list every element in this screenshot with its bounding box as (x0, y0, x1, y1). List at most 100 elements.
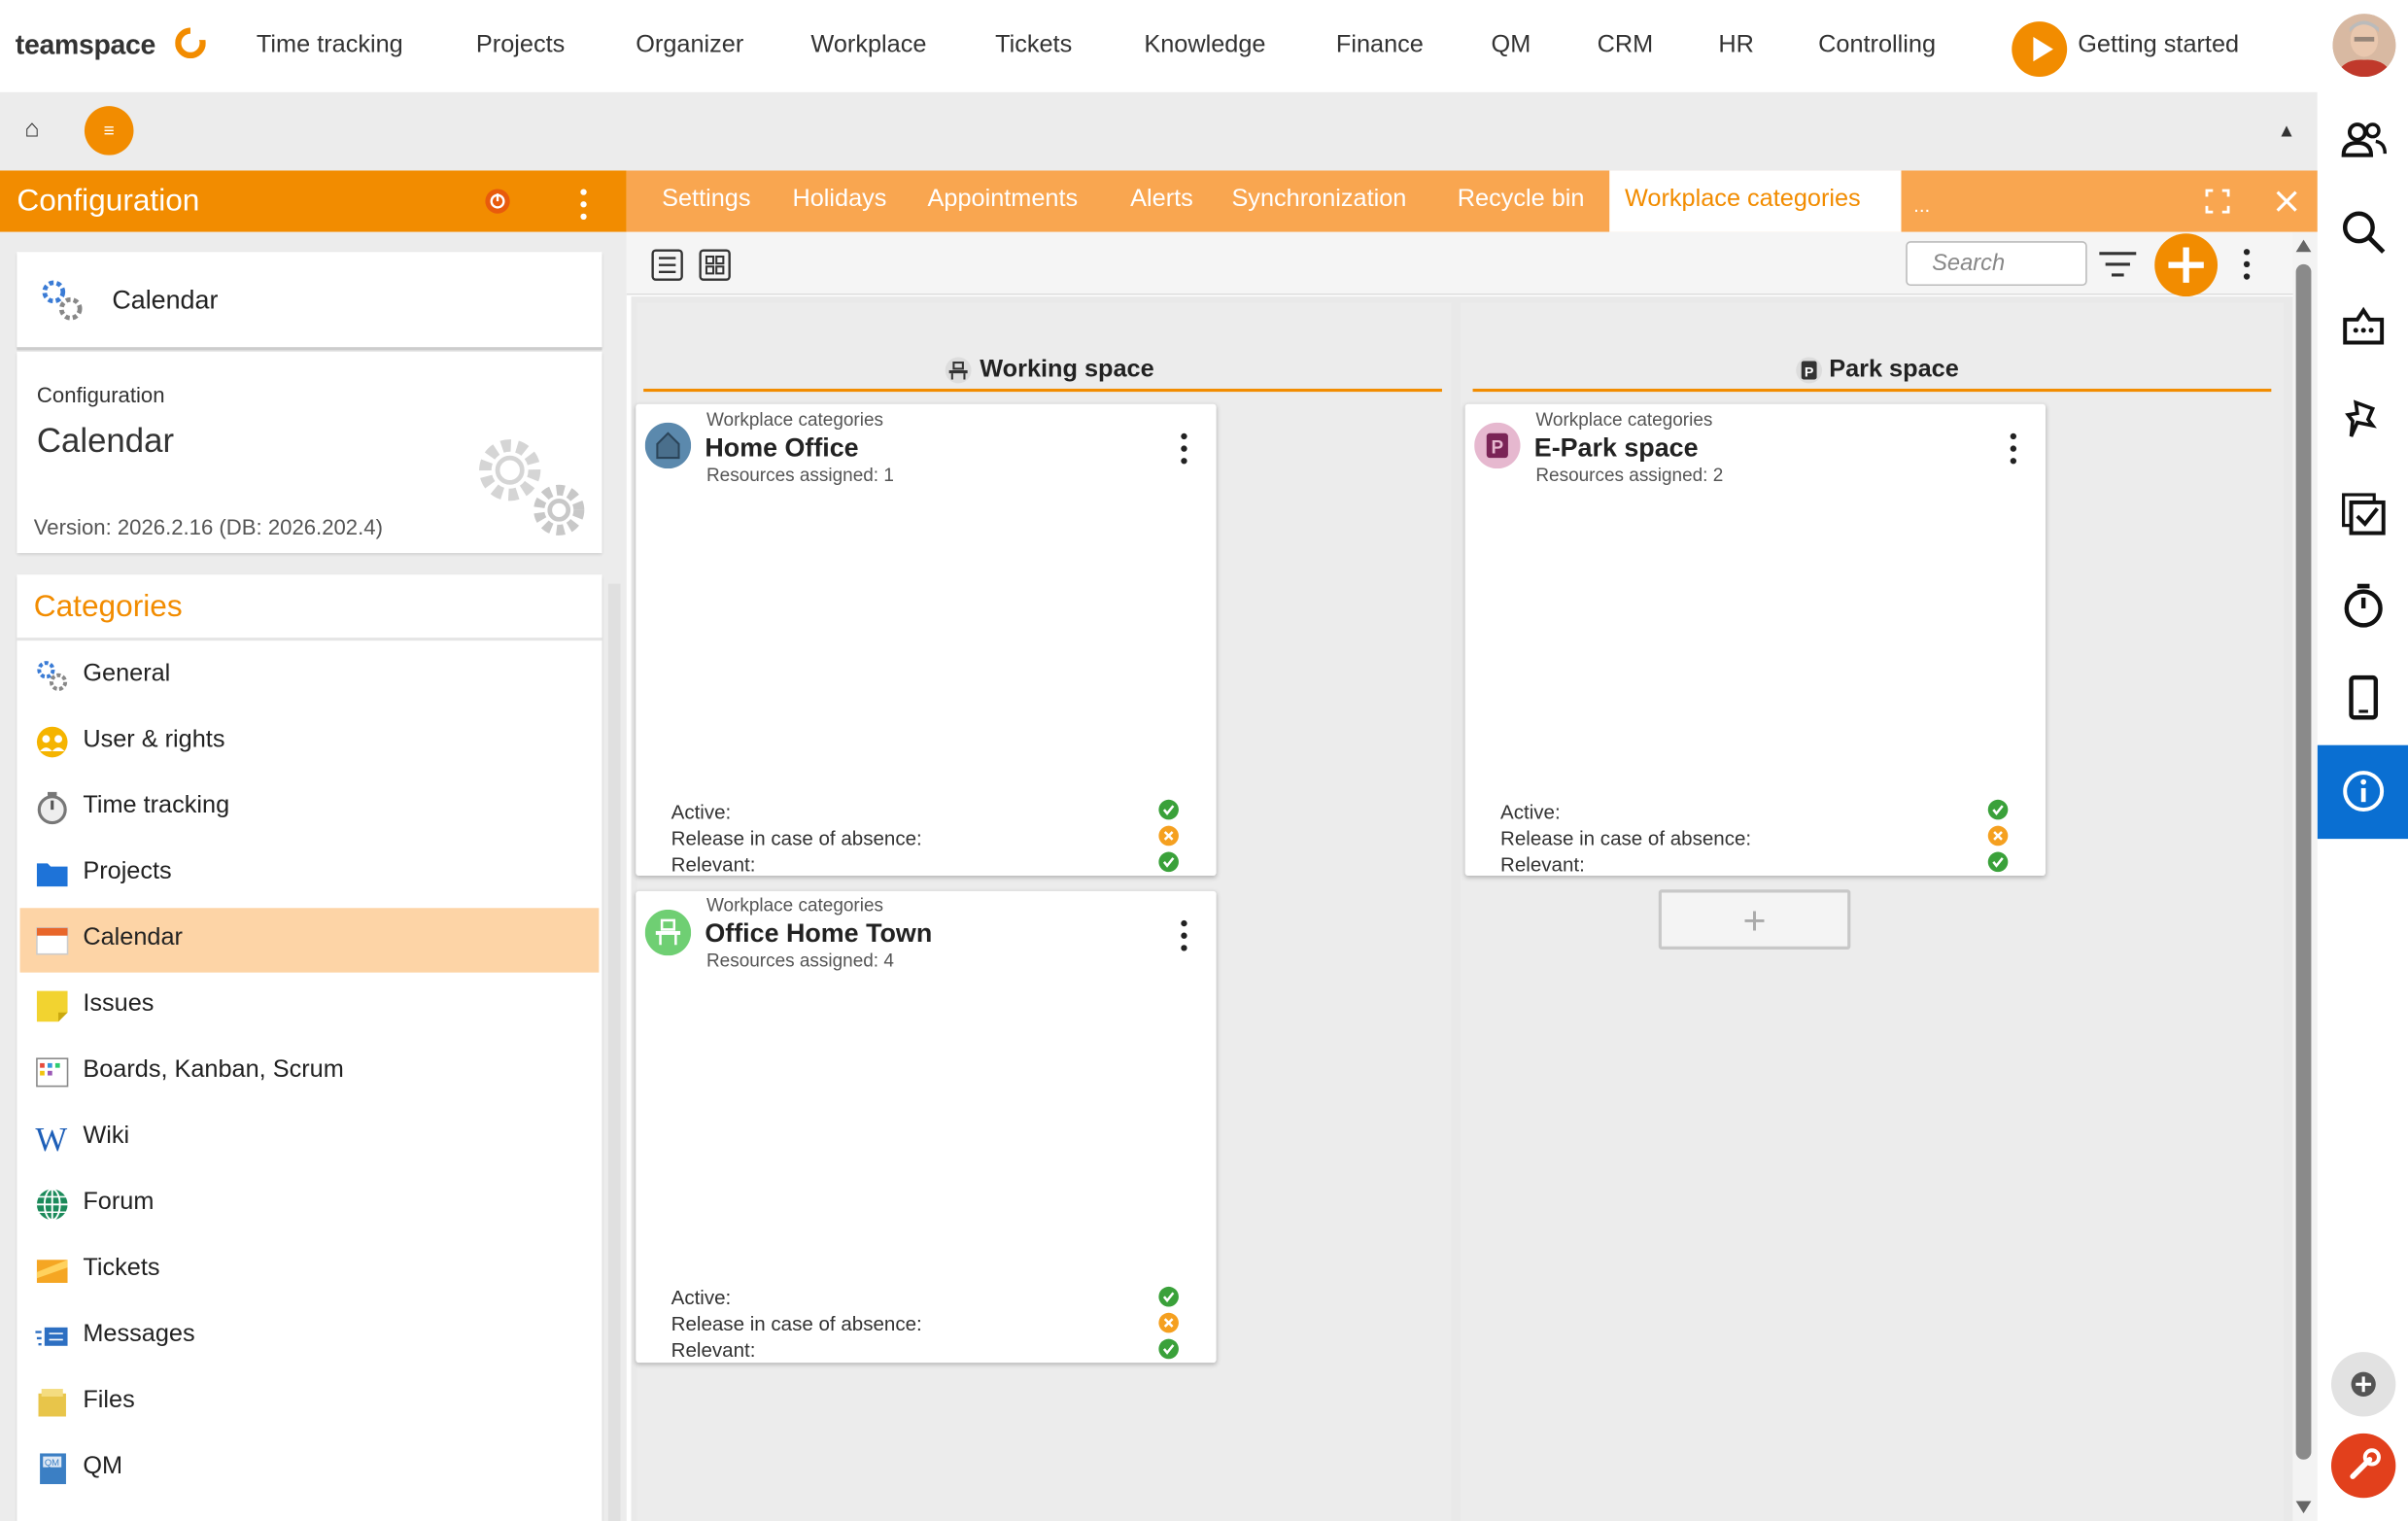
category-qm[interactable]: QM QM (20, 1436, 600, 1501)
grid-view-icon[interactable] (699, 249, 731, 281)
fullscreen-icon[interactable] (2205, 189, 2230, 214)
category-time-tracking[interactable]: Time tracking (20, 776, 600, 840)
left-panel-scrollbar[interactable] (607, 583, 621, 1521)
category-label: Files (83, 1387, 135, 1414)
card-category: Workplace categories (705, 408, 883, 431)
info-title: Calendar (36, 421, 175, 460)
user-avatar[interactable] (2332, 14, 2396, 78)
category-label: Calendar (83, 924, 183, 951)
card-title: Home Office (705, 432, 859, 463)
category-messages[interactable]: Messages (20, 1304, 600, 1368)
toolbar-more-icon[interactable] (2243, 249, 2251, 280)
power-settings-icon[interactable] (482, 186, 513, 217)
category-label: Boards, Kanban, Scrum (83, 1056, 344, 1084)
active-label: Active: (1500, 800, 1561, 824)
nav-hr[interactable]: HR (1718, 32, 1754, 59)
svg-text:P: P (1492, 437, 1504, 458)
workplace-icon (644, 909, 692, 956)
qm-book-icon: QM (40, 1453, 66, 1485)
nav-qm[interactable]: QM (1492, 32, 1531, 59)
parking-icon: P (1474, 422, 1521, 469)
nav-time-tracking[interactable]: Time tracking (257, 32, 403, 59)
column-divider (643, 388, 1442, 393)
tab-holidays[interactable]: Holidays (792, 186, 886, 213)
large-gears-icon (479, 439, 585, 536)
search-input[interactable]: Search (1906, 241, 2087, 287)
getting-started-link[interactable]: Getting started (2078, 32, 2239, 59)
category-files[interactable]: Files (20, 1370, 600, 1435)
menu-icon[interactable]: ≡ (84, 106, 134, 156)
card-more-icon[interactable] (2010, 432, 2017, 465)
add-button[interactable] (2154, 233, 2219, 297)
nav-controlling[interactable]: Controlling (1818, 32, 1936, 59)
category-issues[interactable]: Issues (20, 974, 600, 1038)
tab-appointments[interactable]: Appointments (928, 186, 1079, 213)
play-icon[interactable] (2012, 21, 2068, 78)
search-icon[interactable] (2339, 207, 2389, 257)
category-projects[interactable]: Projects (20, 842, 600, 906)
pin-icon[interactable] (2339, 394, 2389, 443)
globe-icon (36, 1188, 68, 1222)
category-boards[interactable]: Boards, Kanban, Scrum (20, 1040, 600, 1104)
list-view-icon[interactable] (651, 249, 683, 281)
nav-crm[interactable]: CRM (1598, 32, 1654, 59)
tab-more[interactable]: ... (1913, 193, 1930, 217)
zoom-in-button[interactable] (2330, 1352, 2396, 1417)
mobile-icon[interactable] (2339, 673, 2389, 722)
add-card-button[interactable]: + (1658, 889, 1851, 950)
ticket-icon (36, 1260, 68, 1283)
category-label: Forum (83, 1189, 155, 1216)
tab-synchronization[interactable]: Synchronization (1231, 186, 1406, 213)
card-resources: Resources assigned: 2 (1535, 464, 1724, 486)
category-forum[interactable]: Forum (20, 1172, 600, 1236)
nav-workplace[interactable]: Workplace (810, 32, 926, 59)
category-user-rights[interactable]: User & rights (20, 709, 600, 774)
nav-finance[interactable]: Finance (1336, 32, 1424, 59)
info-label: Configuration (36, 382, 165, 407)
filter-icon[interactable] (2098, 248, 2138, 282)
tasks-icon[interactable] (2339, 489, 2389, 538)
gears-icon (37, 661, 68, 691)
teamspace-logo[interactable]: teamspace (16, 29, 156, 61)
card-more-icon[interactable] (1181, 432, 1187, 465)
nav-organizer[interactable]: Organizer (636, 32, 743, 59)
category-general[interactable]: General (20, 643, 600, 708)
release-label: Release in case of absence: (1500, 826, 1752, 850)
card-resources: Resources assigned: 4 (705, 949, 894, 972)
active-label: Active: (671, 1286, 732, 1309)
category-calendar[interactable]: Calendar (19, 908, 600, 973)
contacts-icon[interactable] (2339, 116, 2389, 165)
folder-icon (36, 863, 68, 887)
scrollbar-thumb[interactable] (2295, 263, 2312, 1460)
card-resources: Resources assigned: 1 (705, 464, 894, 486)
configuration-title: Configuration (17, 184, 200, 219)
stopwatch-icon[interactable] (2339, 581, 2389, 631)
collapse-up-icon[interactable]: ▲ (2278, 120, 2296, 141)
parking-icon: P (1796, 357, 1823, 384)
scroll-up-icon[interactable] (2294, 238, 2313, 254)
secondary-toolbar (0, 91, 2318, 171)
users-icon (36, 726, 68, 758)
nav-knowledge[interactable]: Knowledge (1144, 32, 1265, 59)
tab-alerts[interactable]: Alerts (1130, 186, 1193, 213)
module-header-card (17, 252, 602, 348)
card-more-icon[interactable] (1181, 919, 1187, 951)
settings-wrench-button[interactable] (2330, 1433, 2396, 1499)
nav-projects[interactable]: Projects (476, 32, 565, 59)
scroll-down-icon[interactable] (2294, 1500, 2313, 1515)
workplace-icon (945, 357, 972, 384)
category-tickets[interactable]: Tickets (20, 1238, 600, 1302)
relevant-label: Relevant: (671, 852, 756, 877)
tab-settings[interactable]: Settings (662, 186, 750, 213)
category-wiki[interactable]: W Wiki (20, 1106, 600, 1170)
tab-workplace-categories[interactable]: Workplace categories (1625, 186, 1861, 213)
config-more-icon[interactable] (580, 189, 587, 221)
card-title: E-Park space (1533, 432, 1699, 463)
divider (17, 347, 602, 351)
close-icon[interactable] (2275, 189, 2299, 213)
home-icon[interactable]: ⌂ (24, 117, 39, 144)
inbox-icon[interactable] (2339, 301, 2389, 351)
nav-tickets[interactable]: Tickets (995, 32, 1072, 59)
tab-recycle-bin[interactable]: Recycle bin (1458, 186, 1585, 213)
check-icon (1987, 851, 2009, 873)
